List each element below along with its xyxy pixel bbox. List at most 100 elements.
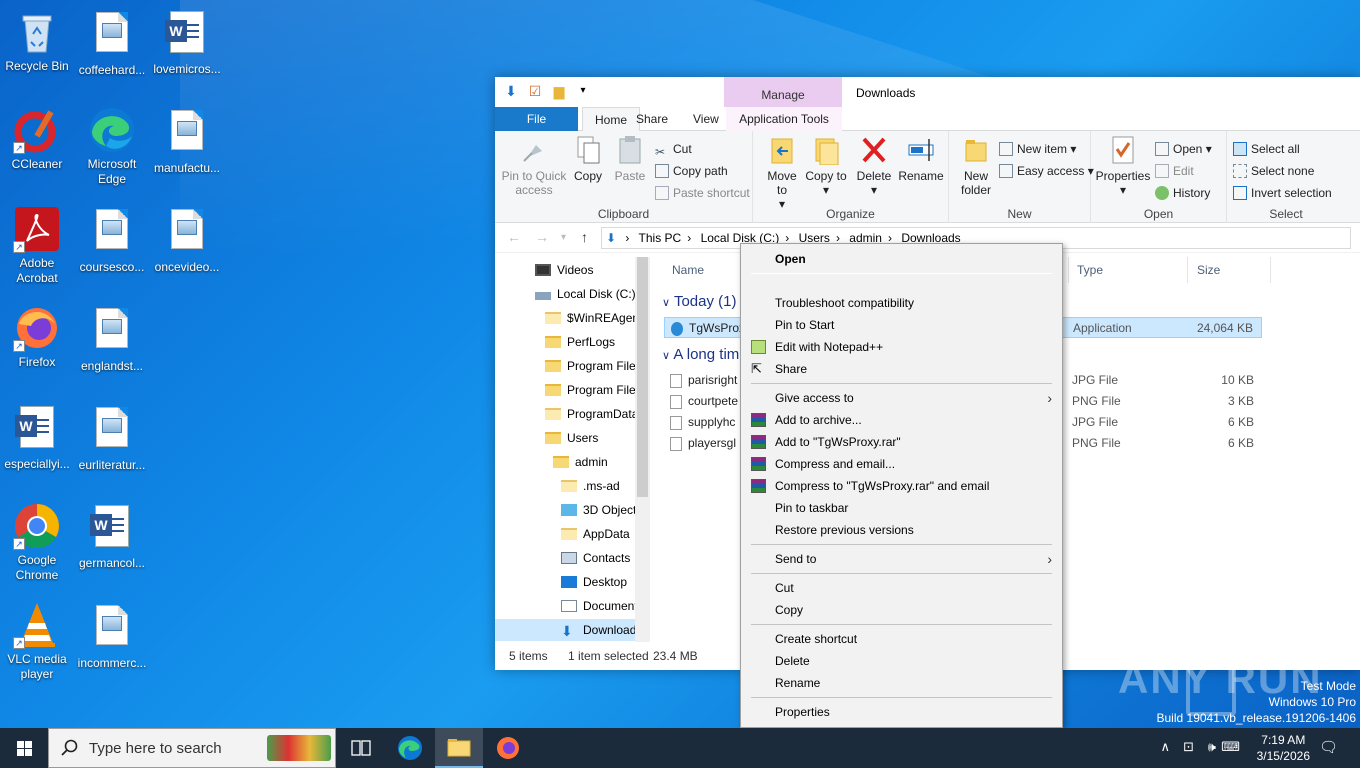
- breadcrumb-this-pc[interactable]: This PC: [639, 231, 682, 245]
- column-separator[interactable]: [1270, 257, 1271, 283]
- desktop-icon-germancol[interactable]: W germancol...: [75, 502, 149, 571]
- tab-share[interactable]: Share: [624, 107, 680, 131]
- copy-path-button[interactable]: Copy path: [655, 161, 728, 181]
- menu-item-send-to[interactable]: Send to ›: [743, 548, 1060, 570]
- manage-context-tab[interactable]: Manage: [724, 77, 842, 107]
- nav-item-winreagent[interactable]: $WinREAgent: [545, 307, 642, 329]
- nav-item-program-files[interactable]: Program Files: [545, 355, 642, 377]
- tab-view[interactable]: View: [681, 107, 731, 131]
- menu-item-delete[interactable]: Delete: [743, 650, 1060, 672]
- desktop-icon-coffeehard[interactable]: coffeehard...: [75, 8, 149, 78]
- nav-item-perflogs[interactable]: PerfLogs: [545, 331, 615, 353]
- nav-item-videos[interactable]: Videos: [535, 259, 593, 281]
- paste-button[interactable]: Paste: [609, 135, 651, 183]
- desktop-icon-englandst[interactable]: englandst...: [75, 304, 149, 374]
- tab-application-tools[interactable]: Application Tools: [726, 107, 842, 131]
- edit-button[interactable]: Edit: [1155, 161, 1194, 181]
- cut-button[interactable]: ✂ Cut: [655, 139, 692, 159]
- desktop-icon-eurliteratur[interactable]: eurliteratur...: [75, 403, 149, 473]
- menu-item-add-to-archive[interactable]: Add to archive...: [743, 409, 1060, 431]
- desktop-icon-ccleaner[interactable]: ↗ CCleaner: [0, 106, 74, 172]
- copy-button[interactable]: Copy: [569, 135, 607, 183]
- menu-item-restore-versions[interactable]: Restore previous versions: [743, 519, 1060, 541]
- nav-item-3d-objects[interactable]: 3D Objects: [561, 499, 642, 521]
- menu-item-cut[interactable]: Cut: [743, 577, 1060, 599]
- open-button[interactable]: Open ▾: [1155, 139, 1212, 159]
- easy-access-button[interactable]: Easy access ▾: [999, 161, 1094, 181]
- network-icon[interactable]: ⊡: [1183, 739, 1194, 755]
- group-header-today[interactable]: ∨ Today (1): [662, 293, 737, 310]
- desktop-icon-acrobat[interactable]: ↗ Adobe Acrobat: [0, 205, 74, 286]
- start-button[interactable]: [0, 728, 48, 768]
- properties-check-icon[interactable]: ☑: [527, 83, 543, 99]
- nav-item-programdata[interactable]: ProgramData: [545, 403, 638, 425]
- nav-scrollbar-thumb[interactable]: [637, 257, 648, 497]
- menu-item-notepad-plus[interactable]: Edit with Notepad++: [743, 336, 1060, 358]
- nav-item-contacts[interactable]: Contacts: [561, 547, 630, 569]
- tab-file[interactable]: File: [495, 107, 578, 131]
- volume-icon[interactable]: 🕪: [1208, 739, 1216, 755]
- new-folder-icon[interactable]: ▆: [551, 83, 567, 99]
- up-arrow-icon[interactable]: ↑: [581, 229, 588, 245]
- taskbar-search-box[interactable]: Type here to search: [48, 728, 336, 768]
- new-folder-button[interactable]: New folder: [955, 135, 997, 197]
- desktop-icon-vlc[interactable]: ↗ VLC media player: [0, 601, 74, 682]
- taskbar-clock[interactable]: 7:19 AM 3/15/2026: [1257, 732, 1310, 764]
- notification-icon[interactable]: 🗨: [1319, 738, 1338, 756]
- nav-item-local-disk[interactable]: Local Disk (C:): [535, 283, 636, 305]
- menu-item-copy[interactable]: Copy: [743, 599, 1060, 621]
- qat-dropdown-icon[interactable]: ▾: [575, 83, 591, 99]
- column-header-type[interactable]: Type: [1077, 263, 1103, 277]
- desktop-icon-chrome[interactable]: ↗ Google Chrome: [0, 502, 74, 583]
- desktop-icon-edge[interactable]: Microsoft Edge: [75, 106, 149, 187]
- nav-scrollbar[interactable]: [635, 257, 650, 642]
- menu-item-pin-to-taskbar[interactable]: Pin to taskbar: [743, 497, 1060, 519]
- tray-chevron-up-icon[interactable]: ∧: [1160, 739, 1170, 755]
- recent-dropdown-icon[interactable]: ▾: [561, 232, 566, 243]
- menu-item-give-access[interactable]: Give access to ›: [743, 387, 1060, 409]
- move-to-button[interactable]: Move to ▾: [761, 135, 803, 211]
- nav-item-program-files-x86[interactable]: Program Files: [545, 379, 642, 401]
- properties-button[interactable]: Properties ▾: [1095, 135, 1151, 197]
- desktop-icon-recycle-bin[interactable]: Recycle Bin: [0, 8, 74, 74]
- select-all-button[interactable]: Select all: [1233, 139, 1300, 159]
- menu-item-properties[interactable]: Properties: [743, 701, 1060, 723]
- taskbar-edge[interactable]: [386, 728, 434, 768]
- menu-item-troubleshoot[interactable]: Troubleshoot compatibility: [743, 292, 1060, 314]
- taskbar-firefox[interactable]: [484, 728, 532, 768]
- back-arrow-icon[interactable]: ←: [507, 229, 521, 245]
- keyboard-icon[interactable]: ⌨: [1221, 739, 1240, 755]
- menu-item-compress-email[interactable]: Compress and email...: [743, 453, 1060, 475]
- nav-item-admin[interactable]: admin: [553, 451, 608, 473]
- nav-item-appdata[interactable]: AppData: [561, 523, 630, 545]
- desktop-icon-incommerc[interactable]: incommerc...: [75, 601, 149, 671]
- invert-selection-button[interactable]: Invert selection: [1233, 183, 1332, 203]
- desktop-icon-lovemicros[interactable]: W lovemicros...: [150, 8, 224, 77]
- desktop-icon-firefox[interactable]: ↗ Firefox: [0, 304, 74, 370]
- desktop-icon-especially[interactable]: W especiallyi...: [0, 403, 74, 472]
- forward-arrow-icon[interactable]: →: [535, 229, 549, 245]
- paste-shortcut-button[interactable]: Paste shortcut: [655, 183, 750, 203]
- menu-item-share[interactable]: ⇱ Share: [743, 358, 1060, 380]
- column-header-name[interactable]: Name: [672, 263, 704, 277]
- history-button[interactable]: History: [1155, 183, 1210, 203]
- select-none-button[interactable]: Select none: [1233, 161, 1314, 181]
- column-separator[interactable]: [1068, 257, 1069, 283]
- delete-button[interactable]: Delete ▾: [853, 135, 895, 197]
- nav-item-downloads[interactable]: ⬇ Download: [495, 619, 636, 641]
- menu-item-pin-to-start[interactable]: Pin to Start: [743, 314, 1060, 336]
- nav-item-desktop[interactable]: Desktop: [561, 571, 627, 593]
- menu-item-add-to-rar[interactable]: Add to "TgWsProxy.rar": [743, 431, 1060, 453]
- menu-item-compress-to-rar-email[interactable]: Compress to "TgWsProxy.rar" and email: [743, 475, 1060, 497]
- desktop-icon-manufactu[interactable]: manufactu...: [150, 106, 224, 176]
- column-header-size[interactable]: Size: [1197, 263, 1220, 277]
- menu-item-create-shortcut[interactable]: Create shortcut: [743, 628, 1060, 650]
- desktop-icon-coursesco[interactable]: coursesco...: [75, 205, 149, 275]
- pin-to-quick-access-button[interactable]: Pin to Quick access: [501, 135, 567, 197]
- task-view-button[interactable]: [337, 728, 385, 768]
- taskbar-file-explorer[interactable]: [435, 728, 483, 768]
- new-item-button[interactable]: New item ▾: [999, 139, 1076, 159]
- group-header-long-ago[interactable]: ∨ A long tim: [662, 346, 739, 363]
- nav-item-ms-ad[interactable]: .ms-ad: [561, 475, 620, 497]
- nav-item-users[interactable]: Users: [545, 427, 598, 449]
